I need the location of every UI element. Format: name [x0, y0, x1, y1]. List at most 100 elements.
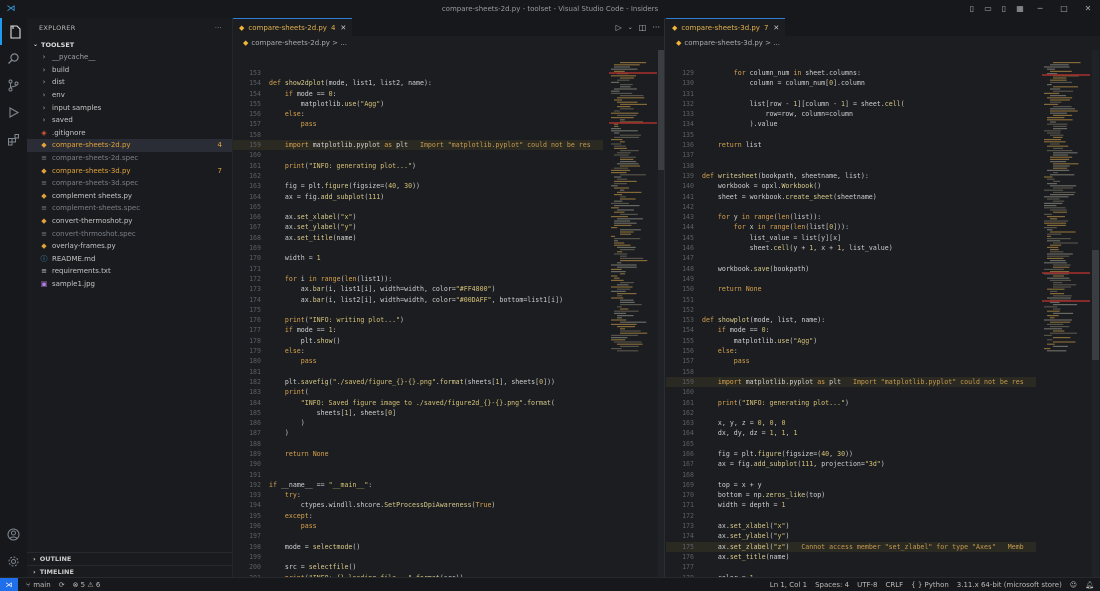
- code-line[interactable]: 179 else:: [233, 346, 603, 356]
- accounts-icon[interactable]: [0, 521, 27, 548]
- code-line[interactable]: 134 ).value: [666, 119, 1036, 129]
- code-line[interactable]: 157 pass: [233, 119, 603, 129]
- code-line[interactable]: 150 return None: [666, 284, 1036, 294]
- code-line[interactable]: 155 matplotlib.use("Agg"): [233, 99, 603, 109]
- code-line[interactable]: 164 ax = fig.add_subplot(111): [233, 192, 603, 202]
- code-line[interactable]: 176 ax.set_title(name): [666, 552, 1036, 562]
- language-mode[interactable]: { } Python: [911, 581, 949, 589]
- code-line[interactable]: 142: [666, 202, 1036, 212]
- close-button[interactable]: ✕: [1076, 0, 1100, 18]
- code-line[interactable]: 198 mode = selectmode(): [233, 542, 603, 552]
- code-line[interactable]: 161 print("INFO: generating plot..."): [666, 398, 1036, 408]
- code-line[interactable]: 176 print("INFO: writing plot..."): [233, 315, 603, 325]
- tree-item[interactable]: ◆ compare-sheets-3d.py 7: [27, 164, 232, 177]
- settings-gear-icon[interactable]: [0, 548, 27, 575]
- python-interpreter[interactable]: 3.11.x 64-bit (microsoft store): [957, 581, 1062, 589]
- code-line[interactable]: 157 pass: [666, 356, 1036, 366]
- code-line[interactable]: 152: [666, 305, 1036, 315]
- indentation[interactable]: Spaces: 4: [815, 581, 849, 589]
- search-icon[interactable]: [0, 45, 27, 72]
- code-line[interactable]: 146 sheet.cell(y + 1, x + 1, list_value): [666, 243, 1036, 253]
- tab-compare-sheets-3d[interactable]: ◆ compare-sheets-3d.py 7 ✕: [666, 18, 786, 36]
- customize-layout-icon[interactable]: ▦: [1012, 0, 1028, 18]
- feedback-icon[interactable]: ☺: [1070, 581, 1077, 589]
- tree-item[interactable]: › input samples: [27, 101, 232, 114]
- problems-count[interactable]: ⊗ 5 ⚠ 6: [73, 581, 101, 589]
- code-line[interactable]: 175: [233, 305, 603, 315]
- code-line[interactable]: 200 src = selectfile(): [233, 562, 603, 572]
- code-line[interactable]: 129 for column_num in sheet.columns:: [666, 68, 1036, 78]
- code-line[interactable]: 195 except:: [233, 511, 603, 521]
- code-line[interactable]: 137: [666, 150, 1036, 160]
- code-line[interactable]: 171: [233, 264, 603, 274]
- code-line[interactable]: 181: [233, 367, 603, 377]
- code-line[interactable]: 177 if mode == 1:: [233, 325, 603, 335]
- toggle-secondary-sidebar-icon[interactable]: ▯: [996, 0, 1012, 18]
- code-line[interactable]: 136 return list: [666, 140, 1036, 150]
- tree-item[interactable]: ▣ sample1.jpg: [27, 278, 232, 291]
- code-line[interactable]: 186 ): [233, 418, 603, 428]
- tree-item[interactable]: ⓘ README.md: [27, 253, 232, 266]
- code-line[interactable]: 199: [233, 552, 603, 562]
- scrollbar-thumb[interactable]: [1092, 250, 1099, 360]
- code-line[interactable]: 175 ax.set_zlabel("z") Cannot access mem…: [666, 541, 1036, 552]
- code-line[interactable]: 163 x, y, z = 0, 0, 0: [666, 418, 1036, 428]
- code-line[interactable]: 131: [666, 89, 1036, 99]
- breadcrumb[interactable]: ◆ compare-sheets-2d.py > ...: [233, 36, 664, 50]
- code-line[interactable]: 162: [666, 408, 1036, 418]
- code-line[interactable]: 187 ): [233, 428, 603, 438]
- code-line[interactable]: 166 fig = plt.figure(figsize=(40, 30)): [666, 449, 1036, 459]
- run-debug-icon[interactable]: [0, 99, 27, 126]
- minimize-button[interactable]: ─: [1028, 0, 1052, 18]
- code-line[interactable]: 141 sheet = workbook.create_sheet(sheetn…: [666, 192, 1036, 202]
- tree-item[interactable]: › __pycache__: [27, 51, 232, 64]
- code-line[interactable]: 196 pass: [233, 521, 603, 531]
- code-line[interactable]: 153: [233, 68, 603, 78]
- tree-item[interactable]: ≡ convert-thrmoshot.spec: [27, 227, 232, 240]
- explorer-icon[interactable]: [0, 18, 27, 45]
- code-line[interactable]: 193 try:: [233, 490, 603, 500]
- code-line[interactable]: 170 width = 1: [233, 253, 603, 263]
- code-line[interactable]: 158: [666, 367, 1036, 377]
- source-control-icon[interactable]: [0, 72, 27, 99]
- tab-compare-sheets-2d[interactable]: ◆ compare-sheets-2d.py 4 ✕: [233, 18, 353, 36]
- code-line[interactable]: 153 def showplot(mode, list, name):: [666, 315, 1036, 325]
- tree-item[interactable]: › dist: [27, 76, 232, 89]
- code-line[interactable]: 135: [666, 130, 1036, 140]
- code-line[interactable]: 192 if __name__ == "__main__":: [233, 480, 603, 490]
- code-line[interactable]: 189 return None: [233, 449, 603, 459]
- code-line[interactable]: 159 import matplotlib.pyplot as plt Impo…: [666, 376, 1036, 388]
- tree-item[interactable]: ◆ compare-sheets-2d.py 4: [27, 139, 232, 152]
- code-line[interactable]: 160: [666, 387, 1036, 397]
- code-line[interactable]: 145 list_value = list[y][x]: [666, 233, 1036, 243]
- workspace-root[interactable]: ⌄ TOOLSET: [27, 38, 232, 51]
- minimap[interactable]: [1042, 62, 1090, 352]
- code-line[interactable]: 178 plt.show(): [233, 336, 603, 346]
- code-line[interactable]: 165: [233, 202, 603, 212]
- code-line[interactable]: 167 ax = fig.add_subplot(111, projection…: [666, 459, 1036, 469]
- code-line[interactable]: 173 ax.bar(i, list1[i], width=width, col…: [233, 284, 603, 294]
- code-line[interactable]: 165: [666, 439, 1036, 449]
- vertical-scrollbar[interactable]: [1092, 50, 1099, 577]
- more-actions-icon[interactable]: ···: [652, 23, 660, 32]
- code-line[interactable]: 182 plt.savefig("./saved/figure_{}-{}.pn…: [233, 377, 603, 387]
- notifications-bell-icon[interactable]: 🔔︎: [1085, 581, 1094, 589]
- code-area[interactable]: 129 for column_num in sheet.columns: 130 …: [666, 68, 1036, 577]
- code-line[interactable]: 167 ax.set_ylabel("y"): [233, 222, 603, 232]
- maximize-button[interactable]: □: [1052, 0, 1076, 18]
- timeline-section[interactable]: › TIMELINE: [27, 565, 232, 577]
- tree-item[interactable]: › saved: [27, 114, 232, 127]
- run-file-icon[interactable]: ▷: [616, 23, 622, 32]
- code-line[interactable]: 174 ax.bar(i, list2[i], width=width, col…: [233, 295, 603, 305]
- code-line[interactable]: 154 def show2dplot(mode, list1, list2, na…: [233, 78, 603, 88]
- close-tab-icon[interactable]: ✕: [340, 24, 346, 32]
- code-line[interactable]: 144 for x in range(len(list[0])):: [666, 222, 1036, 232]
- code-line[interactable]: 130 column = column_num[0].column: [666, 78, 1036, 88]
- vertical-scrollbar[interactable]: [658, 50, 664, 577]
- code-line[interactable]: 180 pass: [233, 356, 603, 366]
- code-line[interactable]: 155 matplotlib.use("Agg"): [666, 336, 1036, 346]
- code-line[interactable]: 194 ctypes.windll.shcore.SetProcessDpiAw…: [233, 500, 603, 510]
- code-line[interactable]: 168 ax.set_title(name): [233, 233, 603, 243]
- code-line[interactable]: 171 width = depth = 1: [666, 500, 1036, 510]
- code-line[interactable]: 148 workbook.save(bookpath): [666, 264, 1036, 274]
